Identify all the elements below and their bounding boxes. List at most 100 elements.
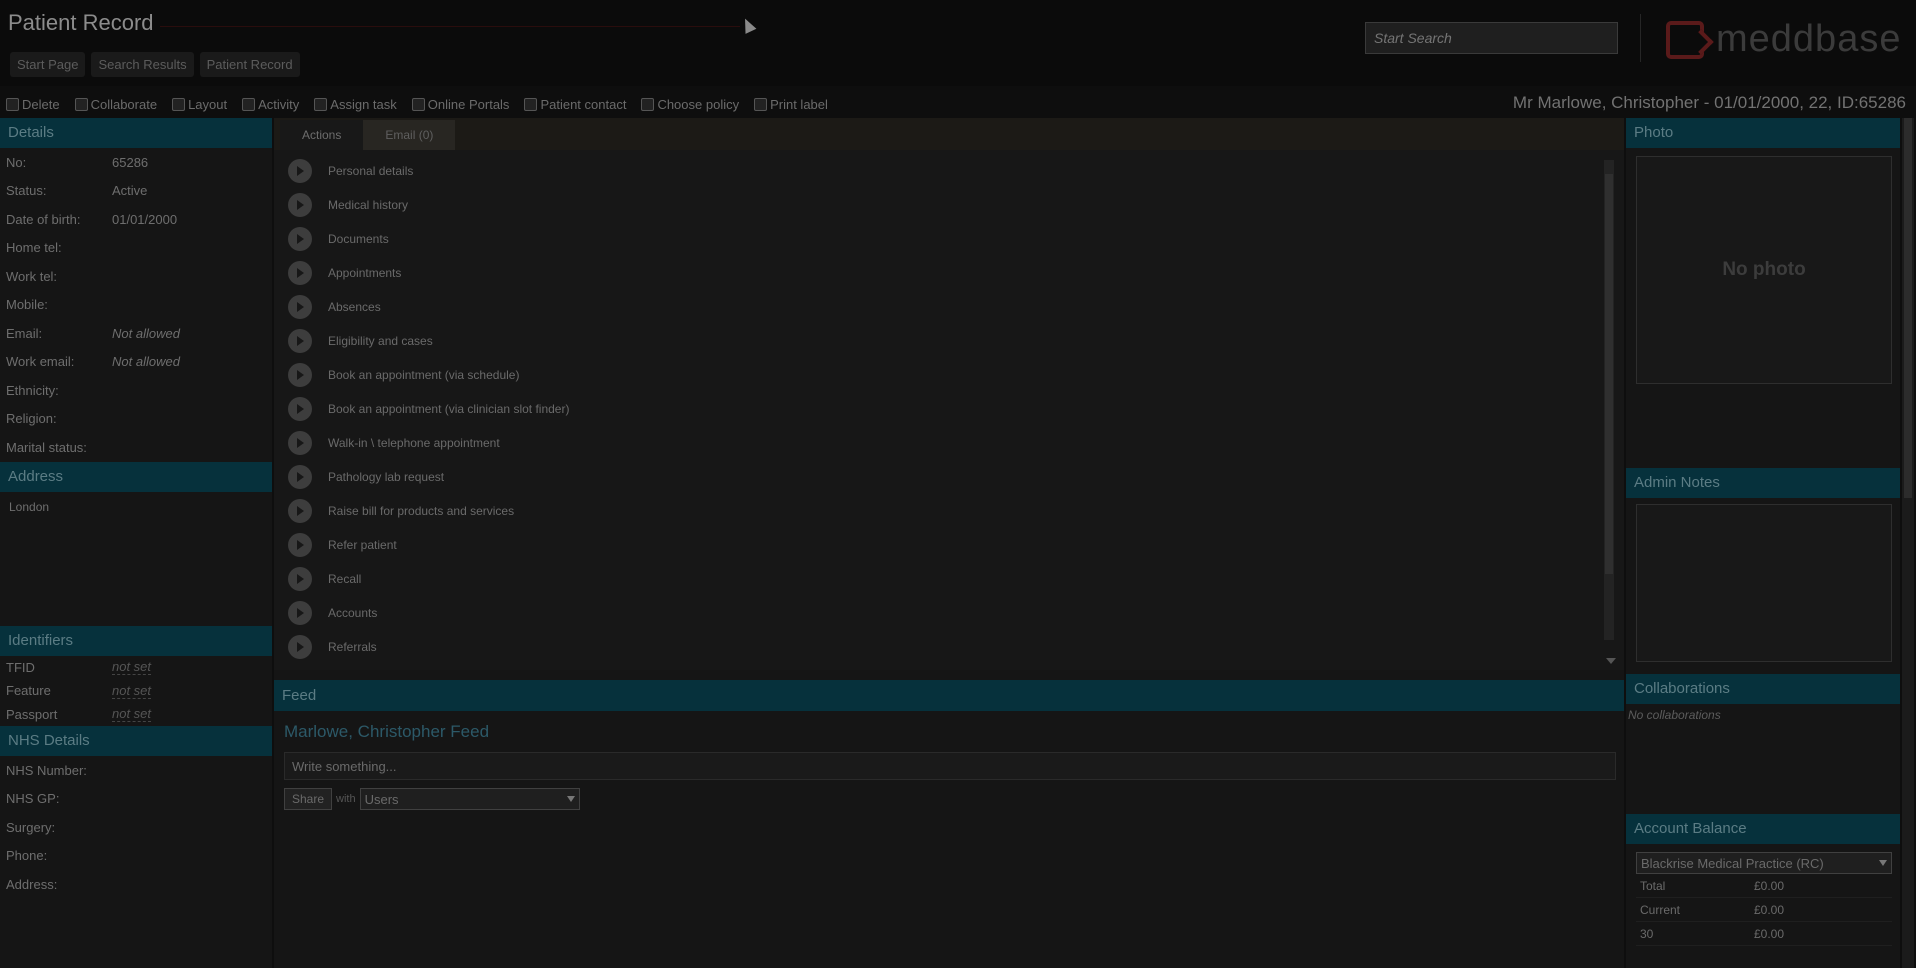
action-item[interactable]: Walk-in \ telephone appointment <box>274 426 1624 460</box>
nhs-details-heading: NHS Details <box>0 726 272 756</box>
practice-select[interactable]: Blackrise Medical Practice (RC) <box>1636 852 1892 874</box>
action-label: Refer patient <box>328 538 397 552</box>
action-item[interactable]: Book an appointment (via clinician slot … <box>274 392 1624 426</box>
detail-label: No: <box>6 154 27 170</box>
action-item[interactable]: Personal details <box>274 154 1624 188</box>
action-label: Referrals <box>328 640 377 654</box>
detail-label: Email: <box>6 325 43 341</box>
breadcrumb-search-results[interactable]: Search Results <box>91 52 194 77</box>
action-item[interactable]: Raise bill for products and services <box>274 494 1624 528</box>
patient-contact-button[interactable]: Patient contact <box>518 97 635 112</box>
identifier-label: Passport <box>6 706 58 722</box>
admin-notes-heading: Admin Notes <box>1626 468 1900 498</box>
action-label: Absences <box>328 300 381 314</box>
share-button[interactable]: Share <box>284 788 333 810</box>
arrow-right-circle-icon <box>288 431 312 455</box>
detail-row: Home tel: <box>0 234 272 263</box>
detail-label: Work tel: <box>6 268 58 284</box>
chevron-down-icon <box>1879 860 1887 866</box>
detail-row: Date of birth: 01/01/2000 <box>0 205 272 234</box>
logo-mark-icon <box>1666 20 1704 59</box>
layout-button[interactable]: Layout <box>166 97 236 112</box>
identifier-row: Feature not set <box>0 679 272 703</box>
identifier-row: Passport not set <box>0 703 272 727</box>
detail-label: Home tel: <box>6 240 62 256</box>
nhs-label: NHS Number: <box>6 762 87 778</box>
actions-container: Personal details Medical history Documents… <box>274 154 1624 664</box>
collaborate-button[interactable]: Collaborate <box>69 97 167 112</box>
detail-value: 65286 <box>112 154 149 170</box>
print-label-button[interactable]: Print label <box>748 97 837 112</box>
assign-task-button[interactable]: Assign task <box>308 97 405 112</box>
online-portals-button[interactable]: Online Portals <box>406 97 519 112</box>
detail-label: Ethnicity: <box>6 382 59 398</box>
activity-button[interactable]: Activity <box>236 97 308 112</box>
nhs-label: Surgery: <box>6 819 56 835</box>
photo-heading: Photo <box>1626 118 1900 148</box>
action-label: Recall <box>328 572 362 586</box>
detail-row: Religion: <box>0 405 272 434</box>
detail-row: Work email: Not allowed <box>0 348 272 377</box>
nhs-row: NHS Number: <box>0 756 272 785</box>
action-item[interactable]: Book an appointment (via schedule) <box>274 358 1624 392</box>
action-item[interactable]: Eligibility and cases <box>274 324 1624 358</box>
identifier-value[interactable]: not set <box>112 683 152 699</box>
detail-row: Status: Active <box>0 177 272 206</box>
action-item[interactable]: Accounts <box>274 596 1624 630</box>
action-item[interactable]: Appointments <box>274 256 1624 290</box>
tab-bar: Actions Email (0) <box>274 118 1624 150</box>
identifier-label: Feature <box>6 683 51 699</box>
search-input[interactable] <box>1365 22 1618 54</box>
photo-placeholder[interactable]: No photo <box>1636 156 1892 384</box>
audience-value: Users <box>364 791 399 807</box>
delete-button[interactable]: Delete <box>0 97 69 112</box>
action-item[interactable]: Refer patient <box>274 528 1624 562</box>
detail-label: Date of birth: <box>6 211 81 227</box>
title-underline <box>160 26 740 27</box>
identifier-row: TFID not set <box>0 656 272 680</box>
nhs-details-list: NHS Number: NHS GP: Surgery: Phone: Address: <box>0 756 272 899</box>
action-item[interactable]: Pathology lab request <box>274 460 1624 494</box>
arrow-right-circle-icon <box>288 567 312 591</box>
feed-post-input[interactable] <box>284 752 1616 780</box>
nhs-row: NHS GP: <box>0 785 272 814</box>
layout-icon <box>172 97 186 111</box>
scroll-down-icon[interactable] <box>1606 658 1616 664</box>
arrow-right-circle-icon <box>288 295 312 319</box>
choose-policy-button[interactable]: Choose policy <box>635 97 748 112</box>
details-list: No: 65286 Status: Active Date of birth: 01/01… <box>0 148 272 462</box>
page-scrollbar[interactable] <box>1902 118 1914 968</box>
nhs-label: Phone: <box>6 848 48 864</box>
detail-row: Marital status: <box>0 433 272 462</box>
balance-label: 30 <box>1640 926 1654 941</box>
breadcrumb-start-page[interactable]: Start Page <box>10 52 86 77</box>
identifiers-list: TFID not set Feature not set Passport not set <box>0 656 272 727</box>
action-item[interactable]: Referrals <box>274 630 1624 664</box>
detail-label: Work email: <box>6 354 75 370</box>
identifier-value[interactable]: not set <box>112 706 152 723</box>
detail-label: Status: <box>6 183 47 199</box>
photo-spacer <box>1626 384 1900 468</box>
action-label: Walk-in \ telephone appointment <box>328 436 500 450</box>
page-scrollbar-thumb[interactable] <box>1904 118 1912 498</box>
audience-select[interactable]: Users <box>359 788 580 810</box>
arrow-right-circle-icon <box>288 397 312 421</box>
actions-scrollbar-thumb[interactable] <box>1605 174 1613 574</box>
assign-task-label: Assign task <box>330 96 397 112</box>
action-item[interactable]: Documents <box>274 222 1624 256</box>
left-panel: Details No: 65286 Status: Active Date of bir… <box>0 118 272 968</box>
tab-actions[interactable]: Actions <box>280 120 364 150</box>
detail-value: 01/01/2000 <box>112 211 178 227</box>
collaborations-heading: Collaborations <box>1626 674 1900 704</box>
tab-email[interactable]: Email (0) <box>363 120 456 150</box>
actions-scrollbar[interactable] <box>1604 160 1614 640</box>
action-item[interactable]: Medical history <box>274 188 1624 222</box>
mouse-cursor-icon <box>739 16 757 34</box>
action-item[interactable]: Recall <box>274 562 1624 596</box>
admin-notes-box[interactable] <box>1636 504 1892 662</box>
breadcrumb-patient-record[interactable]: Patient Record <box>199 52 300 77</box>
action-item[interactable]: Absences <box>274 290 1624 324</box>
identifier-value[interactable]: not set <box>112 659 152 676</box>
collaborate-icon <box>74 97 88 111</box>
balance-row: 30 £0.00 <box>1636 922 1892 946</box>
